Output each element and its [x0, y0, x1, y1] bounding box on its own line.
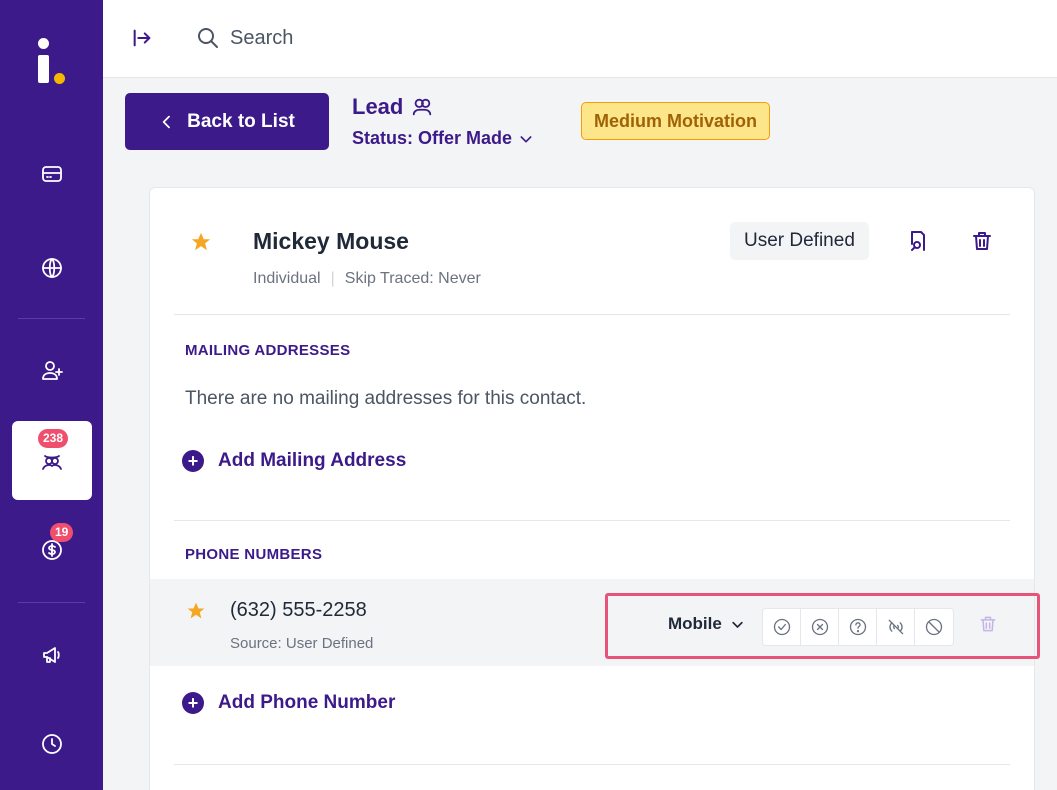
- delete-phone-button[interactable]: [978, 614, 998, 639]
- sidebar-item-history[interactable]: [0, 722, 103, 766]
- leads-icon: [41, 455, 62, 470]
- card-icon: [41, 166, 62, 182]
- no-signal-icon: [888, 619, 903, 635]
- mark-do-not-call-button[interactable]: [915, 609, 953, 645]
- chevron-left-icon: [162, 115, 171, 128]
- meta-separator: |: [330, 270, 335, 287]
- sidebar-divider: [18, 602, 85, 603]
- top-bar: Search: [103, 0, 1057, 78]
- back-to-list-button[interactable]: Back to List: [125, 93, 329, 150]
- plus-circle-icon: +: [182, 450, 204, 472]
- add-phone-number-button[interactable]: + Add Phone Number: [182, 692, 395, 714]
- mailing-section-title: MAILING ADDRESSES: [185, 342, 351, 359]
- sidebar-item-add-contact[interactable]: [0, 348, 103, 392]
- mark-wrong-button[interactable]: [801, 609, 839, 645]
- contact-name: Mickey Mouse: [253, 228, 409, 254]
- phone-status-buttons: [762, 608, 954, 646]
- x-circle-icon: [811, 618, 828, 636]
- block-icon: [925, 618, 943, 636]
- leads-count-badge: 238: [38, 429, 69, 448]
- section-divider: [174, 314, 1010, 315]
- sidebar-item-billing[interactable]: [0, 152, 103, 196]
- contact-meta: Individual | Skip Traced: Never: [253, 270, 481, 288]
- phone-row[interactable]: (632) 555-2258 Source: User Defined Mobi…: [150, 579, 1040, 666]
- clock-icon: [41, 734, 62, 754]
- skip-traced-status: Skip Traced: Never: [344, 270, 481, 287]
- chevron-down-icon: [732, 621, 743, 628]
- lead-header: Back to List Lead Status: Offer Made Med…: [103, 78, 1057, 167]
- sidebar-item-web[interactable]: [0, 246, 103, 290]
- mark-no-signal-button[interactable]: [877, 609, 915, 645]
- chevron-down-icon: [520, 135, 532, 142]
- plus-circle-icon: +: [182, 692, 204, 714]
- phone-number: (632) 555-2258: [230, 599, 367, 621]
- source-badge: User Defined: [730, 222, 869, 260]
- mark-correct-button[interactable]: [763, 609, 801, 645]
- trash-icon: [973, 232, 991, 250]
- section-divider: [174, 764, 1010, 765]
- people-icon: [413, 98, 432, 116]
- sidebar-item-leads[interactable]: 238: [12, 421, 92, 500]
- question-circle-icon: [849, 618, 866, 636]
- sidebar-item-marketing[interactable]: [0, 633, 103, 677]
- sidebar: 238 19: [0, 0, 103, 790]
- phone-source: Source: User Defined: [230, 635, 374, 652]
- status-dropdown[interactable]: Status: Offer Made: [352, 128, 534, 149]
- expand-sidebar-icon[interactable]: [131, 27, 153, 49]
- primary-star-icon[interactable]: [190, 231, 212, 253]
- content-area: Mickey Mouse Individual | Skip Traced: N…: [103, 167, 1057, 790]
- user-plus-icon: [41, 361, 63, 380]
- deals-count-badge: 19: [50, 523, 74, 542]
- app-logo[interactable]: [30, 34, 74, 84]
- check-circle-icon: [773, 618, 790, 636]
- lead-title: Lead: [352, 94, 433, 120]
- phone-actions-highlight: Mobile: [605, 593, 1040, 659]
- motivation-badge[interactable]: Medium Motivation: [581, 102, 770, 140]
- mailing-empty-message: There are no mailing addresses for this …: [185, 388, 587, 409]
- contact-type: Individual: [253, 270, 321, 287]
- back-to-list-label: Back to List: [187, 110, 295, 132]
- trash-icon: [980, 616, 996, 632]
- mark-unknown-button[interactable]: [839, 609, 877, 645]
- sidebar-divider: [18, 318, 85, 319]
- phone-type-dropdown[interactable]: Mobile: [668, 614, 745, 634]
- add-mailing-address-button[interactable]: + Add Mailing Address: [182, 450, 406, 472]
- section-divider: [174, 520, 1010, 521]
- phone-section-title: PHONE NUMBERS: [185, 546, 323, 563]
- globe-icon: [41, 258, 62, 278]
- skip-trace-button[interactable]: [903, 226, 933, 256]
- primary-star-icon[interactable]: [186, 601, 206, 621]
- megaphone-icon: [42, 647, 60, 663]
- delete-contact-button[interactable]: [967, 226, 997, 256]
- contact-card: Mickey Mouse Individual | Skip Traced: N…: [149, 187, 1040, 790]
- search-input[interactable]: Search: [230, 27, 293, 50]
- document-search-icon: [911, 231, 925, 251]
- search-icon: [198, 28, 218, 48]
